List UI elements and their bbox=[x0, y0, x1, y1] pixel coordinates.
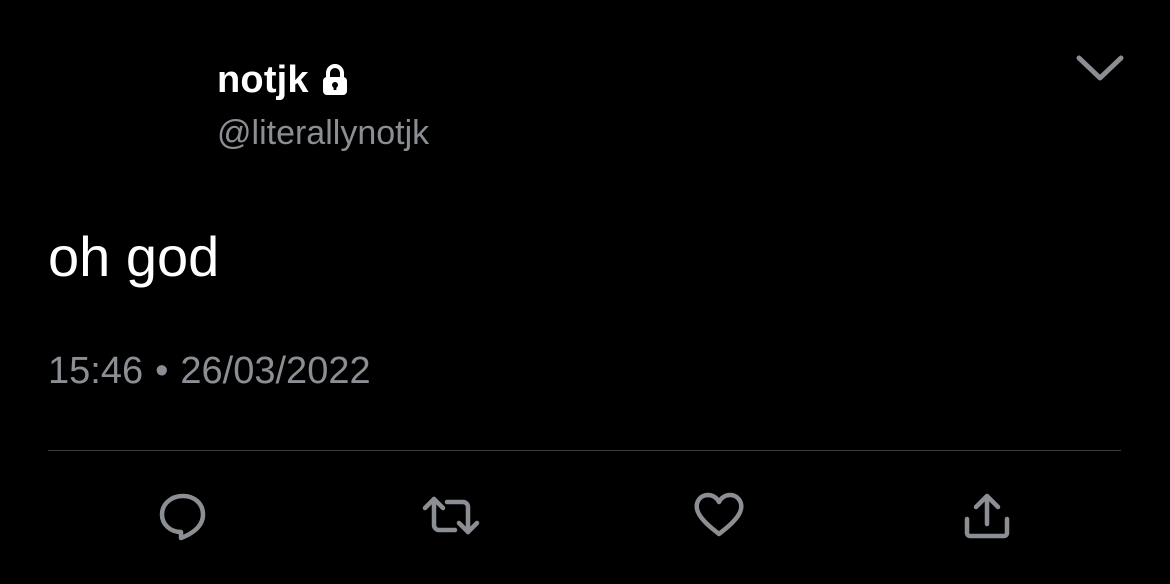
tweet-time: 15:46 bbox=[48, 350, 144, 392]
chevron-down-icon[interactable] bbox=[1074, 48, 1126, 88]
retweet-button[interactable] bbox=[421, 488, 481, 544]
retweet-icon bbox=[422, 488, 480, 544]
reply-button[interactable] bbox=[153, 488, 213, 544]
divider bbox=[48, 450, 1121, 451]
timestamp-separator: • bbox=[155, 350, 169, 392]
tweet-timestamp[interactable]: 15:46 • 26/03/2022 bbox=[48, 350, 371, 393]
tweet-date: 26/03/2022 bbox=[180, 350, 371, 392]
heart-icon bbox=[691, 488, 747, 544]
lock-icon bbox=[315, 60, 355, 100]
comment-icon bbox=[155, 488, 211, 544]
tweet-text: oh god bbox=[48, 225, 220, 288]
avatar[interactable] bbox=[48, 50, 188, 160]
like-button[interactable] bbox=[689, 488, 749, 544]
share-button[interactable] bbox=[957, 488, 1017, 544]
display-name[interactable]: notjk bbox=[217, 59, 309, 102]
share-icon bbox=[959, 488, 1015, 544]
author-name-row: notjk bbox=[217, 52, 355, 108]
user-handle[interactable]: @literallynotjk bbox=[217, 114, 429, 153]
